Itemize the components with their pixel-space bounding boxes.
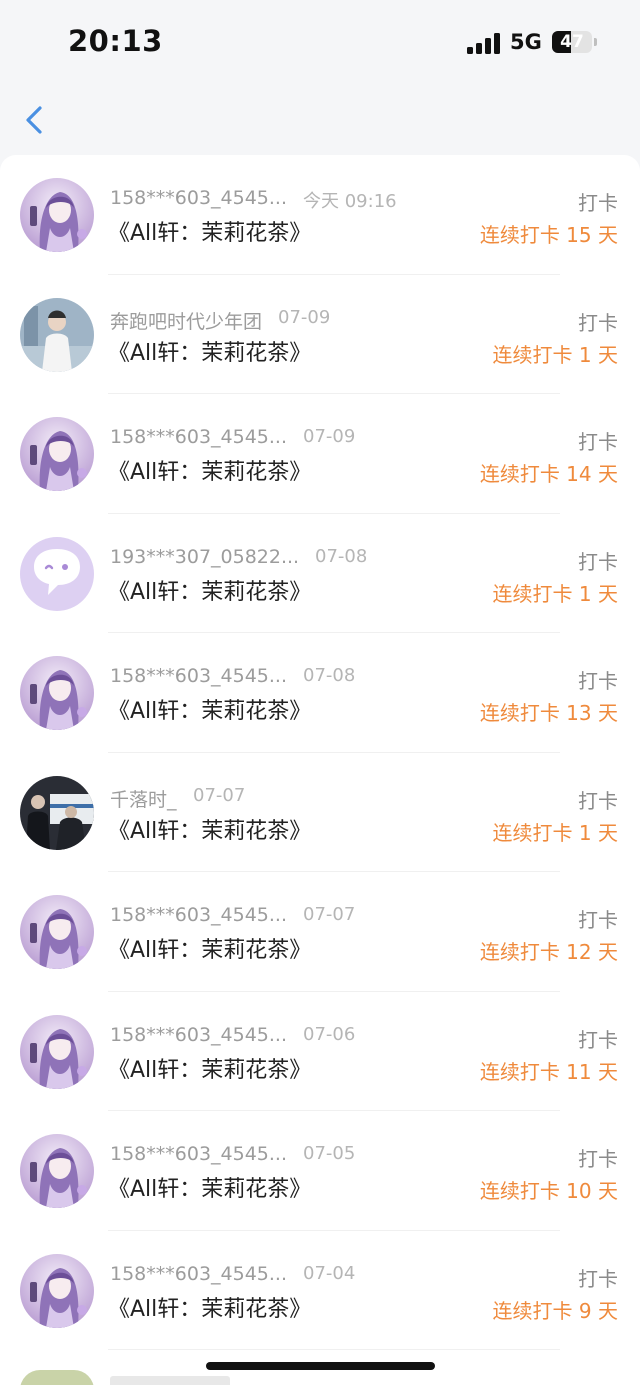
back-button[interactable] <box>18 102 54 138</box>
checkin-type-label: 打卡 <box>578 1027 618 1052</box>
timestamp: 07-07 <box>193 784 246 806</box>
streak-label: 连续打卡 1 天 <box>492 342 618 367</box>
list-item[interactable]: 158***603_4545... 07-06 《All轩：茉莉花茶》 打卡连续打卡 … <box>0 992 640 1111</box>
avatar[interactable] <box>20 536 94 611</box>
checkin-type-label: 打卡 <box>578 1147 618 1171</box>
checkin-content: 《All轩：茉莉花茶》 <box>108 699 312 724</box>
avatar[interactable] <box>20 1014 94 1089</box>
checkin-content: 《All轩：茉莉花茶》 <box>108 1296 312 1322</box>
avatar[interactable] <box>20 656 94 730</box>
status-time: 20:13 <box>68 24 163 58</box>
streak-label: 连续打卡 11 天 <box>479 1059 618 1084</box>
checkin-type-label: 打卡 <box>578 430 618 454</box>
avatar[interactable] <box>20 775 94 850</box>
checkin-type-label: 打卡 <box>578 549 618 574</box>
username: 193***307_05822... <box>110 545 300 568</box>
checkin-content: 《All轩：茉莉花茶》 <box>108 221 312 246</box>
checkin-type-label: 打卡 <box>578 191 618 215</box>
list-item[interactable]: 158***603_4545... 今天 09:16 《All轩：茉莉花茶》 打卡连续… <box>0 155 640 275</box>
streak-label: 连续打卡 1 天 <box>492 581 618 606</box>
avatar[interactable] <box>20 178 94 252</box>
streak-label: 连续打卡 1 天 <box>492 820 618 845</box>
timestamp: 07-08 <box>315 545 368 567</box>
timestamp: 07-04 <box>303 1262 356 1284</box>
username: 奔跑吧时代少年团 <box>110 310 263 333</box>
list-item[interactable]: 158***603_4545... 07-05 《All轩：茉莉花茶》 打卡连续打卡 … <box>0 1111 640 1231</box>
timestamp: 07-08 <box>303 665 356 686</box>
streak-label: 连续打卡 15 天 <box>479 223 618 247</box>
streak-label: 连续打卡 9 天 <box>492 1298 618 1323</box>
streak-label: 连续打卡 10 天 <box>479 1179 618 1203</box>
home-indicator <box>206 1362 435 1370</box>
checkin-type-label: 打卡 <box>578 669 618 693</box>
timestamp: 今天 09:16 <box>303 191 397 212</box>
chevron-left-icon <box>26 106 42 134</box>
avatar[interactable] <box>20 417 94 491</box>
username: 158***603_4545... <box>110 187 288 209</box>
cellular-signal-icon <box>467 32 501 54</box>
username: 158***603_4545... <box>110 426 288 448</box>
username: 158***603_4545... <box>110 1143 288 1165</box>
checkin-content: 《All轩：茉莉花茶》 <box>108 938 312 963</box>
battery-tip <box>594 38 597 46</box>
checkin-content: 《All轩：茉莉花茶》 <box>108 818 312 844</box>
checkin-type-label: 打卡 <box>578 310 618 335</box>
avatar[interactable] <box>20 1253 94 1328</box>
timestamp: 07-06 <box>303 1023 356 1045</box>
checkin-content: 《All轩：茉莉花茶》 <box>108 1057 312 1083</box>
checkin-content: 《All轩：茉莉花茶》 <box>108 579 312 605</box>
streak-label: 连续打卡 12 天 <box>479 940 618 964</box>
list-item-partial <box>0 1370 640 1385</box>
checkin-type-label: 打卡 <box>578 788 618 813</box>
username: 158***603_4545... <box>110 904 288 926</box>
checkin-list: 158***603_4545... 今天 09:16 《All轩：茉莉花茶》 打卡 连续… <box>0 155 640 1385</box>
streak-label: 连续打卡 13 天 <box>479 701 618 725</box>
divider <box>108 1349 560 1350</box>
list-item[interactable]: 千落时_ 07-07 《All轩：茉莉花茶》 打卡连续打卡 1 天 <box>0 753 640 872</box>
battery-percent: 47 <box>560 32 584 52</box>
avatar[interactable] <box>20 1134 94 1208</box>
avatar[interactable] <box>20 297 94 372</box>
list-item[interactable]: 193***307_05822... 07-08 《All轩：茉莉花茶》 打卡连续打卡… <box>0 514 640 633</box>
network-type: 5G <box>510 30 542 54</box>
list-item[interactable]: 158***603_4545... 07-08 《All轩：茉莉花茶》 打卡连续打卡 … <box>0 633 640 753</box>
avatar[interactable] <box>20 895 94 969</box>
checkin-type-label: 打卡 <box>578 1266 618 1291</box>
timestamp: 07-05 <box>303 1143 356 1164</box>
username: 158***603_4545... <box>110 1262 288 1285</box>
list-item[interactable]: 158***603_4545... 07-04 《All轩：茉莉花茶》 打卡连续打卡 … <box>0 1231 640 1350</box>
battery-icon: 47 <box>552 31 592 53</box>
timestamp: 07-09 <box>278 306 331 328</box>
checkin-content: 《All轩：茉莉花茶》 <box>108 1177 312 1202</box>
nav-bar <box>0 84 640 154</box>
list-item[interactable]: 158***603_4545... 07-07 《All轩：茉莉花茶》 打卡连续打卡 … <box>0 872 640 992</box>
timestamp: 07-09 <box>303 426 356 447</box>
username: 158***603_4545... <box>110 665 288 687</box>
username: 千落时_ <box>110 788 177 811</box>
timestamp: 07-07 <box>303 904 356 925</box>
list-item[interactable]: 158***603_4545... 07-09 《All轩：茉莉花茶》 打卡连续打卡 … <box>0 394 640 514</box>
checkin-content: 《All轩：茉莉花茶》 <box>108 340 312 366</box>
checkin-type-label: 打卡 <box>578 908 618 932</box>
streak-label: 连续打卡 14 天 <box>479 462 618 486</box>
status-bar: 20:13 5G 47 <box>0 0 640 84</box>
username: 158***603_4545... <box>110 1023 288 1046</box>
checkin-content: 《All轩：茉莉花茶》 <box>108 460 312 485</box>
list-item[interactable]: 奔跑吧时代少年团 07-09 《All轩：茉莉花茶》 打卡连续打卡 1 天 <box>0 275 640 394</box>
